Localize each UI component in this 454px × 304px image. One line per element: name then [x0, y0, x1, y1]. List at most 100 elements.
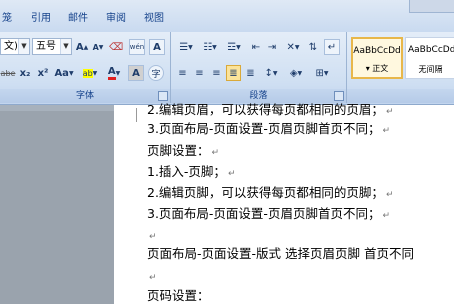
- enclose-icon: 字: [151, 69, 161, 80]
- increase-indent-button[interactable]: ⇥: [265, 39, 279, 55]
- styles-group: AaBbCcDd ▾ 正文 AaBbCcDd 无间隔: [347, 32, 454, 103]
- paint-bucket-icon: ◈: [289, 67, 298, 79]
- margin-marker: [136, 108, 137, 122]
- align-center-icon: ≡: [195, 67, 204, 79]
- doc-line-1: 2.编辑页眉，可以获得每页都相同的页眉； ↵: [147, 102, 393, 120]
- align-center-button[interactable]: ≡: [192, 65, 207, 81]
- font-family-combo[interactable]: 文) ▼: [0, 38, 30, 55]
- chevron-down-icon[interactable]: ▼: [18, 39, 29, 54]
- highlight-button[interactable]: ab ▼: [80, 65, 100, 81]
- font-color-button[interactable]: A ▼: [104, 65, 124, 81]
- tab-review[interactable]: 审阅: [106, 13, 126, 25]
- increase-indent-icon: ⇥: [267, 41, 277, 53]
- doc-line-10-text: 页码设置：: [147, 288, 210, 303]
- tab-view[interactable]: 视图: [144, 13, 164, 25]
- tab-references[interactable]: 引用: [31, 13, 51, 25]
- chevron-down-icon[interactable]: ▼: [60, 39, 71, 54]
- change-case-button[interactable]: Aa ▼: [54, 65, 74, 81]
- shrink-font-button[interactable]: A ▼: [91, 39, 105, 55]
- superscript-button[interactable]: x²: [36, 65, 50, 81]
- clear-format-button[interactable]: ⌫: [109, 39, 123, 55]
- style-no-spacing[interactable]: AaBbCcDd 无间隔: [405, 37, 454, 79]
- return-mark-icon: ↵: [211, 148, 220, 158]
- doc-line-3-text: 页脚设置：: [147, 143, 210, 158]
- borders-button[interactable]: ⊞ ▼: [311, 65, 333, 81]
- doc-line-5-text: 2.编辑页脚，可以获得每页都相同的页脚；: [147, 185, 384, 200]
- character-shading-button[interactable]: A: [128, 65, 144, 81]
- doc-line-6: 3.页面布局-页面设置-页眉页脚首页不同； ↵: [147, 206, 390, 224]
- strikethrough-icon: abe: [0, 68, 16, 78]
- doc-line-4: 1.插入-页脚； ↵: [147, 164, 235, 182]
- doc-line-4-text: 1.插入-页脚；: [147, 164, 226, 179]
- style-normal-name: ▾ 正文: [365, 64, 389, 73]
- highlighter-icon: ab: [82, 68, 93, 78]
- style-normal[interactable]: AaBbCcDd ▾ 正文: [351, 37, 403, 79]
- distributed-button[interactable]: ≣: [243, 65, 258, 81]
- doc-line-8-text: 页面布局-页面设置-版式 选择页眉页脚 首页不同: [147, 246, 414, 261]
- return-mark-icon: ↵: [382, 211, 390, 221]
- ribbon-tab-bar: 笼 引用 邮件 审阅 视图: [0, 0, 454, 33]
- font-family-value: 文): [4, 41, 18, 52]
- show-marks-button[interactable]: ↵: [324, 39, 340, 55]
- align-left-icon: ≡: [178, 67, 187, 79]
- subscript-icon: x₂: [19, 67, 31, 79]
- align-right-button[interactable]: ≡: [209, 65, 224, 81]
- numbering-button[interactable]: ☷ ▼: [199, 39, 221, 55]
- font-color-icon: A: [107, 66, 116, 80]
- character-border-button[interactable]: A: [149, 39, 165, 55]
- enclose-characters-button[interactable]: 字: [148, 65, 164, 81]
- sort-button[interactable]: ⇅: [305, 39, 321, 55]
- sort-icon: ⇅: [308, 41, 318, 53]
- ribbon: 文) ▼ 五号 ▼ A ▲ A ▼ ⌫ wén A abe x₂ x² Aa ▼ ab…: [0, 32, 454, 105]
- return-mark-icon: ↵: [227, 169, 236, 179]
- chinese-layout-icon: ✕: [286, 41, 295, 53]
- style-normal-preview: AaBbCcDd: [353, 46, 401, 56]
- doc-line-1-text: 2.编辑页眉，可以获得每页都相同的页眉；: [147, 102, 384, 117]
- shading-button[interactable]: ◈ ▼: [285, 65, 307, 81]
- return-mark-icon: ↵: [385, 107, 394, 117]
- multilevel-list-icon: ☲: [227, 41, 237, 53]
- phonetic-guide-button[interactable]: wén: [129, 39, 145, 55]
- bullets-icon: ☰: [179, 41, 189, 53]
- doc-line-2: 3.页面布局-页面设置-页眉页脚首页不同； ↵: [147, 121, 390, 139]
- return-mark-icon: ↵: [149, 232, 157, 242]
- change-case-icon: Aa: [54, 67, 69, 79]
- font-group: 文) ▼ 五号 ▼ A ▲ A ▼ ⌫ wén A abe x₂ x² Aa ▼ ab…: [0, 32, 171, 103]
- subscript-button[interactable]: x₂: [18, 65, 32, 81]
- font-group-label: 字体: [0, 89, 170, 103]
- window-control-button[interactable]: [409, 0, 454, 13]
- bullets-button[interactable]: ☰ ▼: [175, 39, 197, 55]
- tab-layout-partial[interactable]: 笼: [2, 13, 12, 25]
- superscript-icon: x²: [37, 67, 49, 79]
- phonetic-icon: wén: [129, 43, 145, 51]
- doc-line-10: 页码设置：: [147, 288, 210, 304]
- align-right-icon: ≡: [212, 67, 221, 79]
- doc-line-5: 2.编辑页脚，可以获得每页都相同的页脚； ↵: [147, 185, 393, 203]
- doc-line-2-text: 3.页面布局-页面设置-页眉页脚首页不同；: [147, 121, 381, 136]
- justify-button[interactable]: ≣: [226, 65, 241, 81]
- font-size-combo[interactable]: 五号 ▼: [32, 38, 72, 55]
- strikethrough-button[interactable]: abe: [0, 65, 16, 81]
- grow-font-icon: A: [75, 41, 84, 53]
- grow-font-button[interactable]: A ▲: [75, 39, 89, 55]
- multilevel-list-button[interactable]: ☲ ▼: [223, 39, 245, 55]
- char-shading-icon: A: [132, 67, 140, 79]
- return-mark-icon: ↵: [385, 190, 394, 200]
- distributed-icon: ≣: [246, 67, 255, 79]
- font-dialog-launcher-icon[interactable]: [158, 91, 168, 101]
- chinese-layout-button[interactable]: ✕ ▼: [283, 39, 303, 55]
- doc-line-8: 页面布局-页面设置-版式 选择页眉页脚 首页不同: [147, 246, 414, 262]
- line-spacing-button[interactable]: ↕ ▼: [261, 65, 281, 81]
- char-border-icon: A: [153, 41, 161, 53]
- font-size-value: 五号: [36, 41, 56, 52]
- justify-icon: ≣: [229, 67, 238, 79]
- decrease-indent-icon: ⇤: [251, 41, 261, 53]
- borders-icon: ⊞: [315, 67, 324, 79]
- doc-line-7: ↵: [147, 227, 157, 245]
- tab-mailings[interactable]: 邮件: [68, 13, 88, 25]
- align-left-button[interactable]: ≡: [175, 65, 190, 81]
- numbering-icon: ☷: [203, 41, 213, 53]
- paragraph-dialog-launcher-icon[interactable]: [334, 91, 344, 101]
- style-no-spacing-name: 无间隔: [418, 65, 443, 74]
- decrease-indent-button[interactable]: ⇤: [249, 39, 263, 55]
